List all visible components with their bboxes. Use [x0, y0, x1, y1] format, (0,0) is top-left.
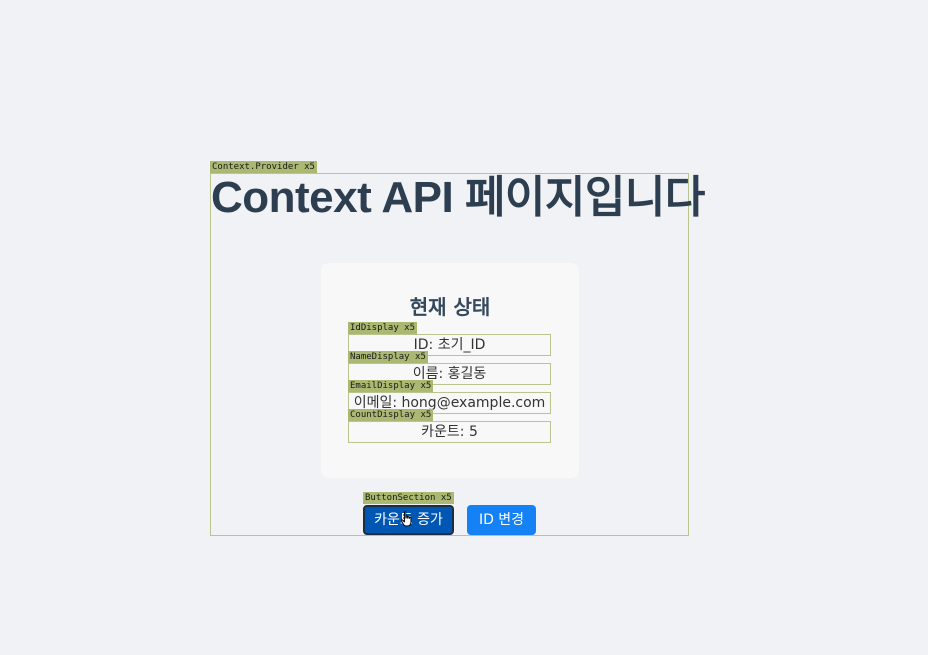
state-heading: 현재 상태	[409, 295, 491, 319]
change-id-button[interactable]: ID 변경	[467, 505, 536, 535]
count-display: 카운트: 5	[348, 421, 551, 443]
increment-count-button[interactable]: 카운트 증가	[363, 505, 454, 535]
button-section-debug-label: ButtonSection x5	[363, 492, 454, 504]
page-title: Context API 페이지입니다	[211, 173, 705, 222]
name-display-debug-label: NameDisplay x5	[348, 351, 428, 363]
count-display-debug-label: CountDisplay x5	[348, 409, 434, 421]
id-display-debug-label: IdDisplay x5	[348, 322, 418, 334]
email-display-debug-label: EmailDisplay x5	[348, 380, 434, 392]
